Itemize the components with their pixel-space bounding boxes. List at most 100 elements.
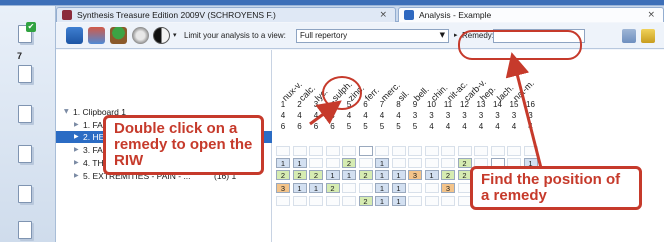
score-value: 4 bbox=[346, 111, 352, 120]
grade-cell[interactable] bbox=[441, 158, 455, 168]
score-value: 5 bbox=[379, 122, 385, 131]
grade-cell[interactable] bbox=[408, 183, 422, 193]
grade-cell[interactable]: 1 bbox=[375, 170, 389, 180]
close-icon[interactable]: × bbox=[647, 10, 655, 20]
grade-cell[interactable]: 3 bbox=[276, 183, 290, 193]
grade-cell[interactable]: 2 bbox=[457, 158, 472, 168]
close-icon[interactable]: × bbox=[379, 10, 387, 20]
grade-cell[interactable] bbox=[441, 146, 455, 156]
collapse-icon[interactable] bbox=[622, 29, 636, 43]
score-value: 4 bbox=[363, 111, 368, 120]
clipboard-1-icon[interactable]: ✔ bbox=[14, 22, 38, 46]
grade-cell[interactable] bbox=[424, 183, 439, 193]
rank-number: 12 bbox=[460, 100, 469, 109]
grade-cell[interactable]: 2 bbox=[309, 170, 323, 180]
grade-cell[interactable] bbox=[507, 146, 521, 156]
grade-cell[interactable] bbox=[276, 146, 290, 156]
grade-cell[interactable]: 1 bbox=[424, 170, 439, 180]
collapse-arrow-icon[interactable]: ▶ bbox=[74, 157, 79, 169]
grade-cell[interactable] bbox=[342, 196, 356, 206]
contrast-icon[interactable] bbox=[153, 27, 170, 44]
rank-number: 16 bbox=[526, 100, 535, 109]
grade-cell[interactable] bbox=[309, 146, 323, 156]
grade-cell[interactable] bbox=[391, 158, 406, 168]
grade-cell[interactable]: 3 bbox=[441, 183, 455, 193]
score-value: 4 bbox=[478, 122, 484, 131]
grade-cell[interactable]: 1 bbox=[276, 158, 290, 168]
clipboard-3-icon[interactable] bbox=[14, 102, 38, 126]
grade-cell[interactable] bbox=[391, 146, 406, 156]
grade-cell[interactable] bbox=[358, 146, 373, 156]
grade-cell[interactable]: 2 bbox=[342, 158, 356, 168]
grade-cell[interactable]: 1 bbox=[391, 196, 406, 206]
magnifier-icon[interactable] bbox=[132, 27, 149, 44]
grade-cell[interactable] bbox=[309, 196, 323, 206]
grade-cell[interactable]: 1 bbox=[375, 158, 389, 168]
grade-cell[interactable]: 1 bbox=[391, 170, 406, 180]
grade-cell[interactable] bbox=[342, 146, 356, 156]
grade-cell[interactable] bbox=[358, 158, 373, 168]
grade-cell[interactable]: 1 bbox=[375, 183, 389, 193]
grade-cell[interactable] bbox=[424, 196, 439, 206]
grade-cell[interactable] bbox=[309, 158, 323, 168]
grade-cell[interactable]: 2 bbox=[276, 170, 290, 180]
document-tabs: Synthesis Treasure Edition 2009V (SCHROY… bbox=[56, 6, 664, 22]
grade-cell[interactable] bbox=[408, 158, 422, 168]
grade-cell[interactable] bbox=[276, 196, 290, 206]
grade-cell[interactable]: 1 bbox=[342, 170, 356, 180]
clipboard-6-icon[interactable] bbox=[14, 218, 38, 242]
score-value: 4 bbox=[313, 111, 319, 120]
tab-analysis[interactable]: Analysis - Example × bbox=[398, 7, 664, 22]
grade-cell[interactable] bbox=[325, 196, 340, 206]
grade-cell[interactable] bbox=[325, 158, 340, 168]
score-value: 4 bbox=[396, 111, 401, 120]
grade-cell[interactable]: 2 bbox=[358, 196, 373, 206]
chevron-down-icon[interactable]: ▾ bbox=[173, 31, 177, 39]
grade-cell[interactable]: 2 bbox=[325, 183, 340, 193]
grade-cell[interactable] bbox=[523, 146, 538, 156]
grade-cell[interactable] bbox=[358, 183, 373, 193]
score-value: 4 bbox=[330, 111, 335, 120]
collapse-arrow-icon[interactable]: ▶ bbox=[74, 131, 79, 143]
grade-cell[interactable]: 1 bbox=[309, 183, 323, 193]
grade-cell[interactable] bbox=[474, 146, 488, 156]
grade-cell[interactable]: 3 bbox=[408, 170, 422, 180]
grade-cell[interactable] bbox=[457, 146, 472, 156]
grade-cell[interactable] bbox=[375, 146, 389, 156]
grade-cell[interactable] bbox=[441, 196, 455, 206]
grade-cell[interactable] bbox=[424, 146, 439, 156]
grade-cell[interactable]: 2 bbox=[358, 170, 373, 180]
grade-cell[interactable]: 2 bbox=[441, 170, 455, 180]
grade-cell[interactable] bbox=[342, 183, 356, 193]
collapse-arrow-icon[interactable]: ▶ bbox=[74, 119, 79, 131]
grade-cell[interactable] bbox=[490, 146, 505, 156]
bar-chart-icon[interactable] bbox=[88, 27, 105, 44]
clipboard-5-icon[interactable] bbox=[14, 182, 38, 206]
grade-cell[interactable]: 2 bbox=[292, 170, 307, 180]
analysis-chart-icon[interactable] bbox=[66, 27, 83, 44]
grade-cell[interactable]: 1 bbox=[292, 183, 307, 193]
options-icon[interactable] bbox=[641, 29, 655, 43]
grade-cell[interactable]: 1 bbox=[375, 196, 389, 206]
clipboard-4-icon[interactable] bbox=[14, 142, 38, 166]
expand-icon[interactable]: ▼ bbox=[64, 106, 69, 118]
rank-number: 3 bbox=[313, 100, 319, 109]
view-select[interactable]: Full repertory ▼ bbox=[296, 29, 449, 43]
score-value: 4 bbox=[429, 122, 434, 131]
grade-cell[interactable] bbox=[325, 146, 340, 156]
grade-cell[interactable] bbox=[408, 146, 422, 156]
tab-repertory[interactable]: Synthesis Treasure Edition 2009V (SCHROY… bbox=[56, 7, 396, 22]
grade-cell[interactable]: 1 bbox=[325, 170, 340, 180]
grade-cell[interactable] bbox=[424, 158, 439, 168]
collapse-arrow-icon[interactable]: ▶ bbox=[74, 144, 79, 156]
grade-cell[interactable] bbox=[292, 196, 307, 206]
grade-cell[interactable] bbox=[408, 196, 422, 206]
grade-cell[interactable]: 1 bbox=[391, 183, 406, 193]
clipboard-2-icon[interactable] bbox=[14, 62, 38, 86]
tree-icon[interactable] bbox=[110, 27, 127, 44]
rank-number: 11 bbox=[443, 100, 453, 109]
score-value: 6 bbox=[313, 122, 319, 131]
grade-cell[interactable] bbox=[292, 146, 307, 156]
collapse-arrow-icon[interactable]: ▶ bbox=[74, 170, 79, 182]
grade-cell[interactable]: 1 bbox=[292, 158, 307, 168]
